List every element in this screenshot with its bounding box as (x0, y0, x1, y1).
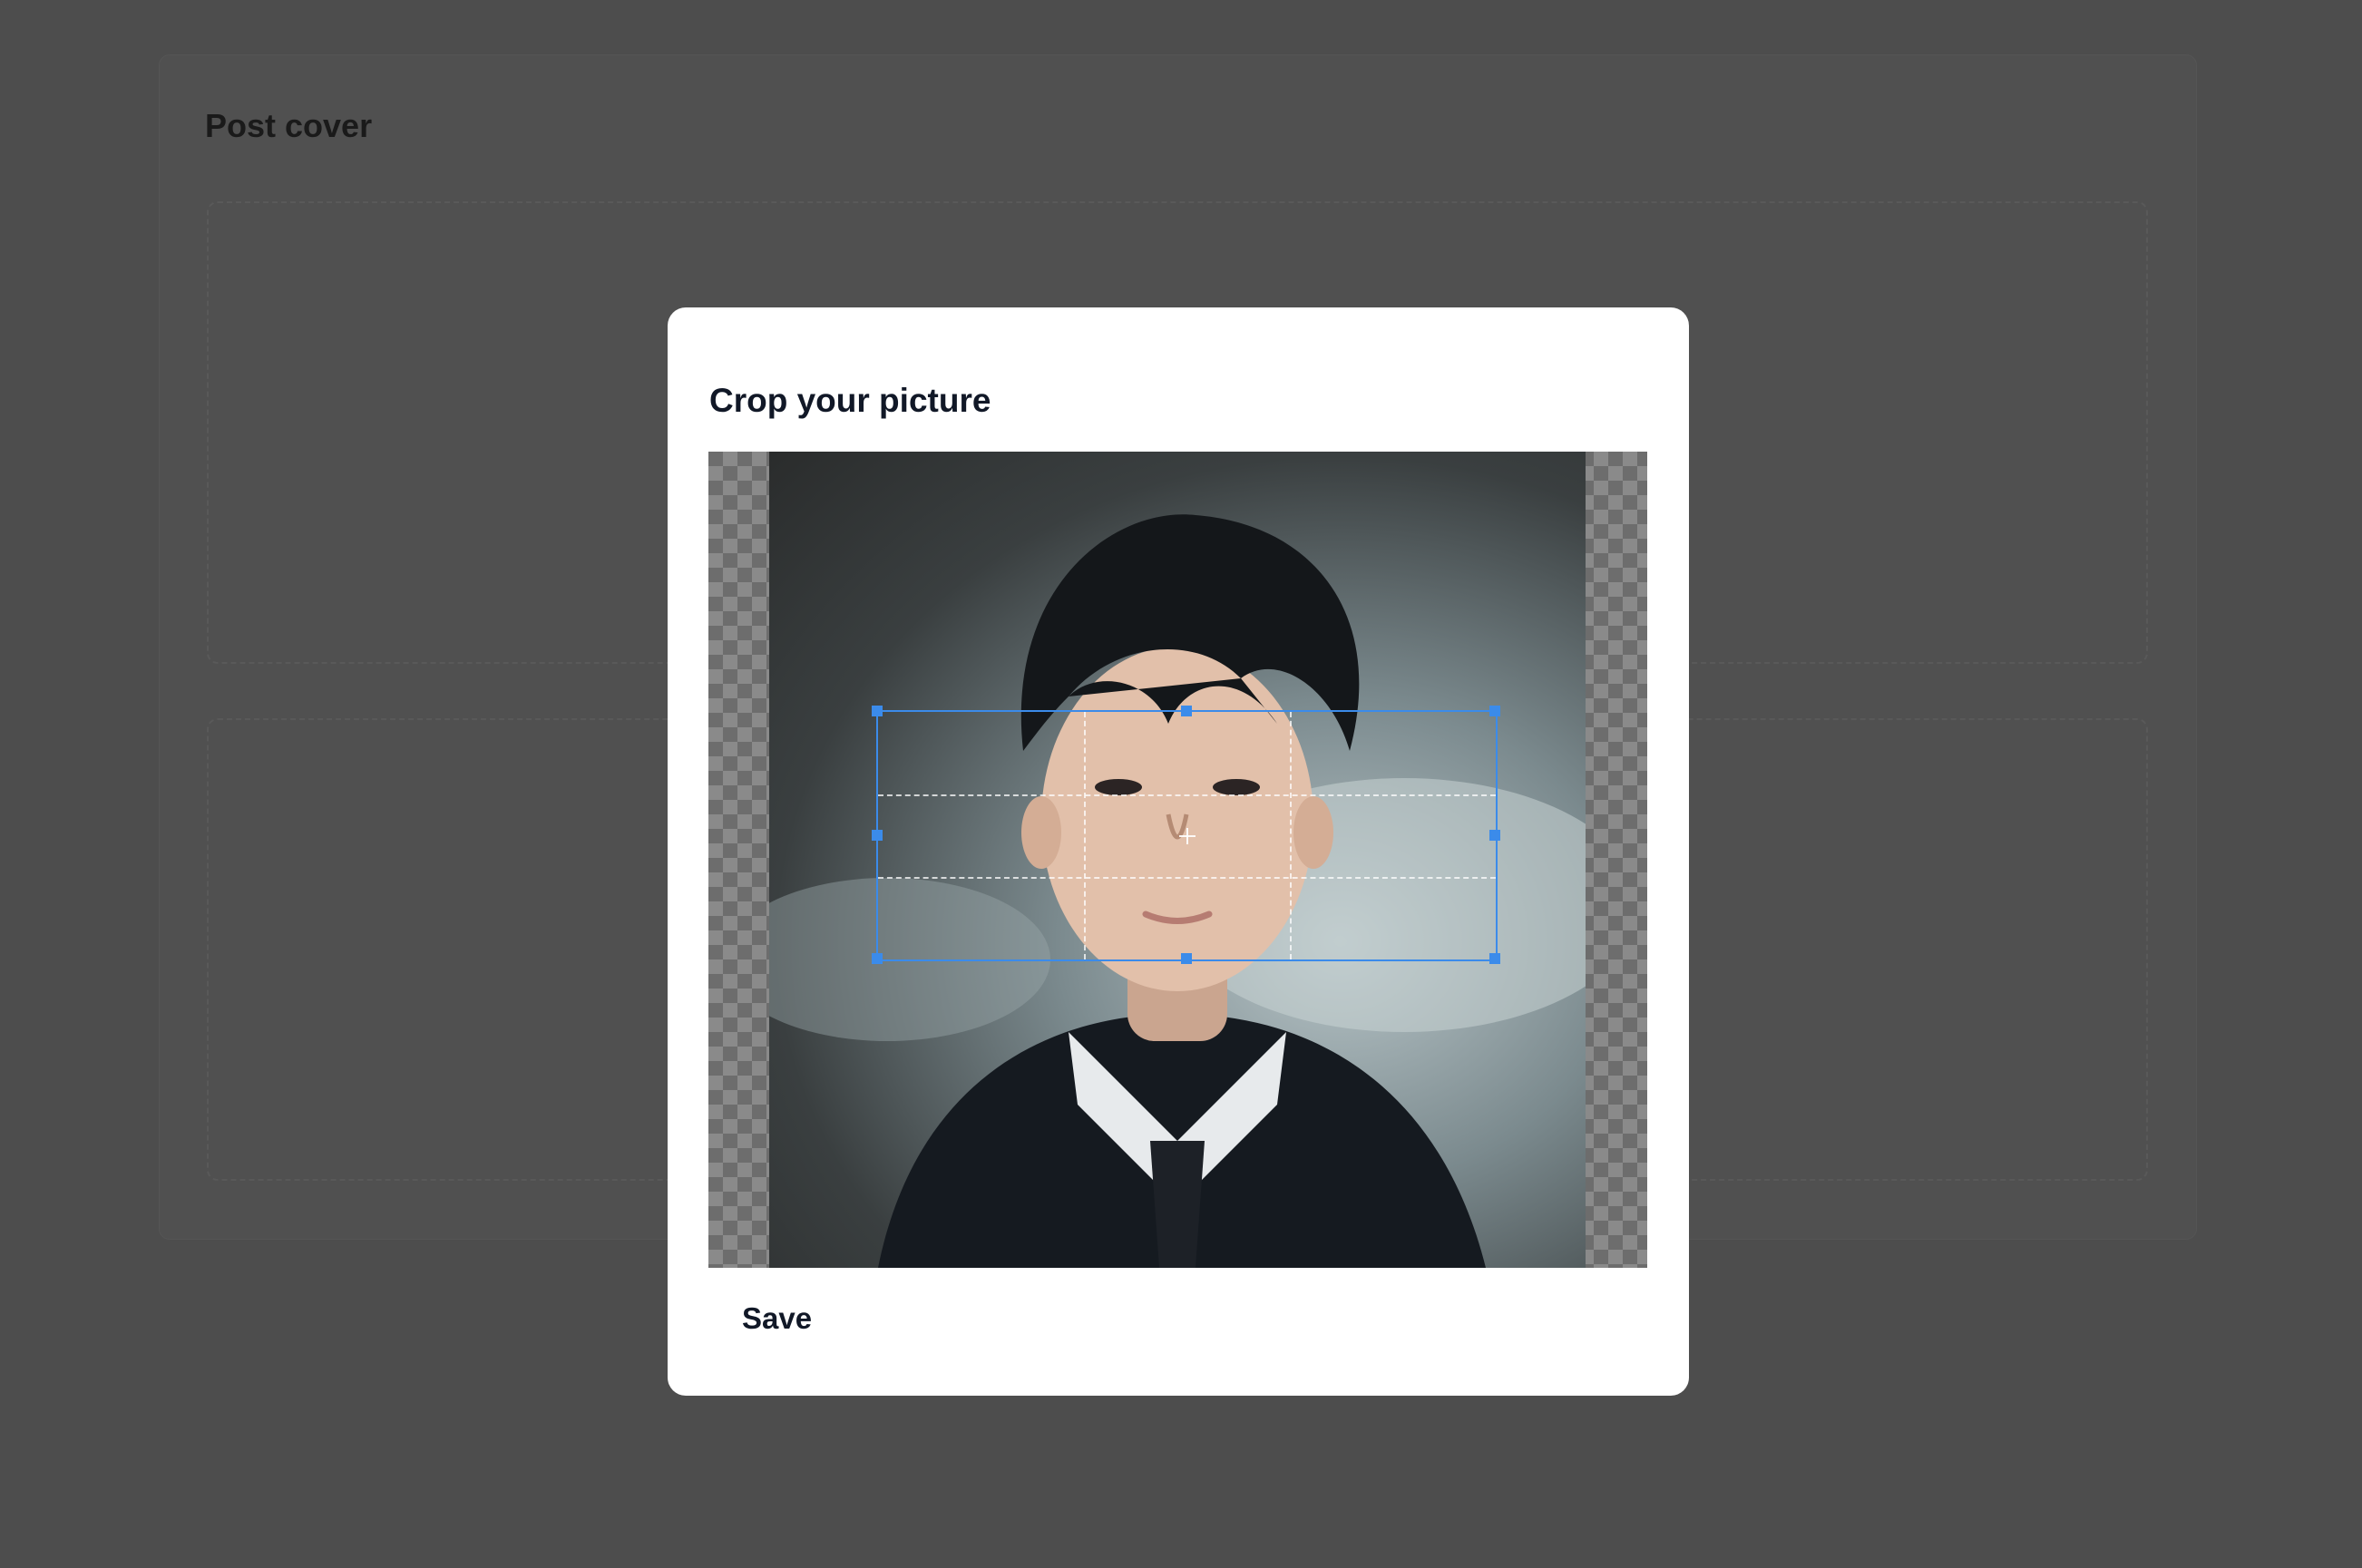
crop-guide-line (878, 794, 1496, 796)
save-button[interactable]: Save (722, 1285, 832, 1352)
crop-handle-top[interactable] (1180, 706, 1192, 716)
crop-handle-bottom-right[interactable] (1489, 953, 1500, 964)
crop-canvas[interactable] (708, 452, 1647, 1268)
crop-handle-right[interactable] (1489, 829, 1500, 841)
crop-handle-bottom[interactable] (1180, 953, 1192, 964)
crop-guide-line (1289, 712, 1292, 959)
modal-title: Crop your picture (709, 382, 991, 419)
crop-guide-line (878, 876, 1496, 879)
crop-center-icon (1178, 827, 1196, 844)
crop-modal: Crop your picture Save (668, 307, 1689, 1396)
crop-handle-top-left[interactable] (872, 706, 883, 716)
crop-handle-bottom-left[interactable] (872, 953, 883, 964)
crop-selection[interactable] (872, 706, 1500, 964)
crop-handle-top-right[interactable] (1489, 706, 1500, 716)
crop-guide-line (1083, 712, 1086, 959)
crop-handle-left[interactable] (872, 829, 883, 841)
